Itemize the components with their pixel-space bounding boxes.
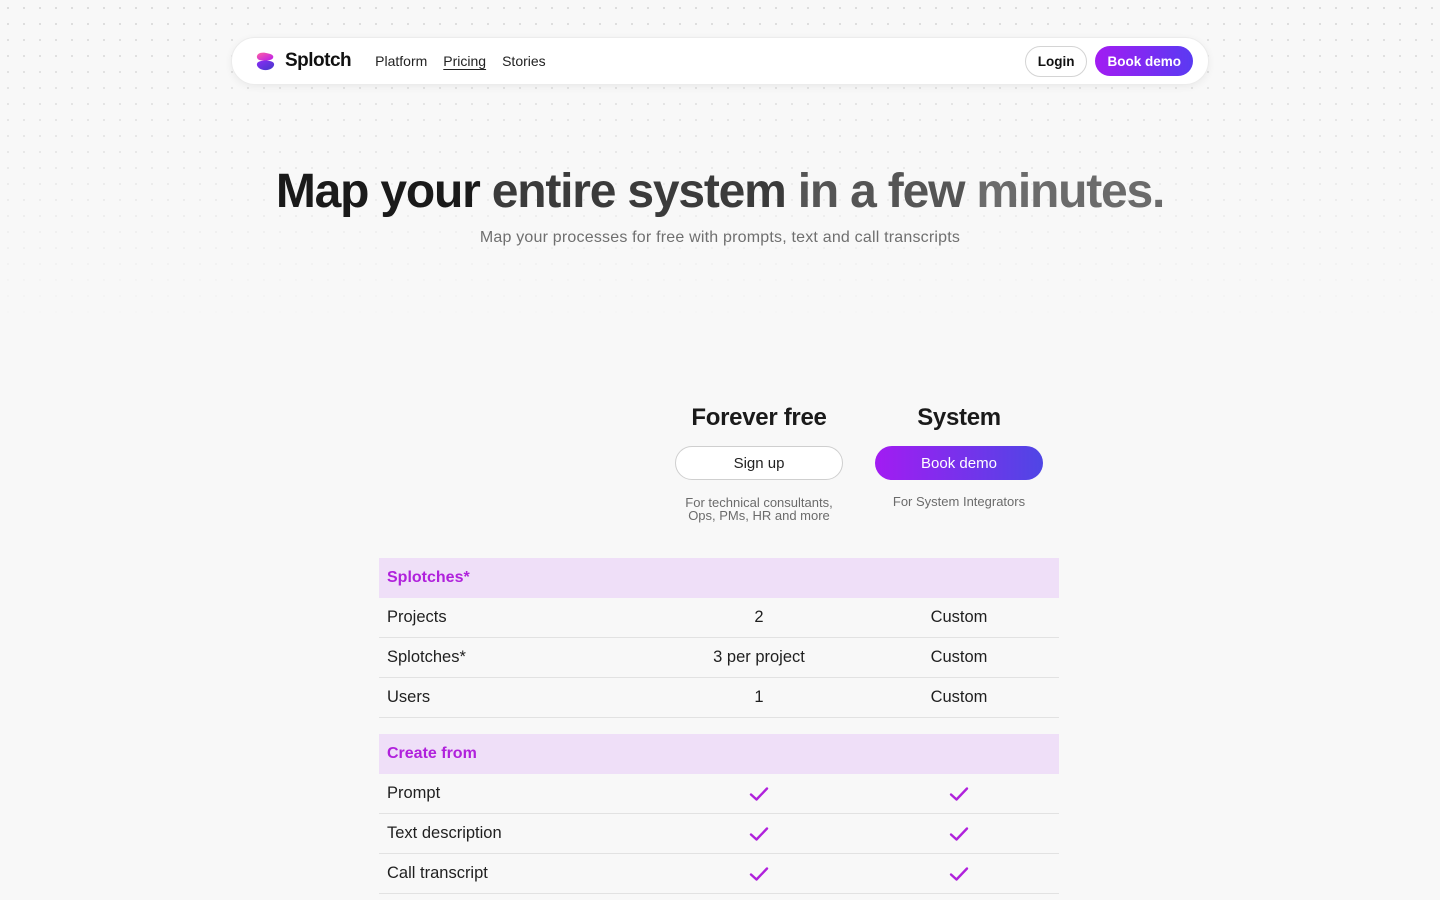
plan-description-line: Ops, PMs, HR and more	[688, 508, 830, 523]
feature-label: Call transcript	[387, 864, 488, 882]
book-demo-nav-button[interactable]: Book demo	[1095, 46, 1193, 76]
brand-name: Splotch	[285, 50, 352, 71]
table-section-header: Create from	[379, 734, 1059, 774]
table-section-header: Splotches*	[379, 558, 1059, 598]
checkmark-icon	[749, 866, 769, 881]
nav-link-pricing[interactable]: Pricing	[443, 53, 486, 69]
free-plan-value: 3 per project	[713, 648, 805, 666]
nav-links: Platform Pricing Stories	[375, 53, 546, 69]
plan-description-line: For System Integrators	[892, 494, 1026, 509]
free-plan-value	[659, 824, 859, 843]
checkmark-icon	[749, 826, 769, 841]
hero-title-part: entire system	[491, 165, 787, 218]
plan-description: For technical consultants, Ops, PMs, HR …	[675, 496, 843, 522]
table-row: Users 1 Custom	[379, 678, 1059, 718]
feature-label: Text description	[387, 824, 502, 842]
hero-subtitle: Map your processes for free with prompts…	[479, 229, 961, 246]
brand-logo[interactable]: Splotch	[254, 50, 352, 73]
system-plan-value: Custom	[930, 688, 988, 706]
table-row: Splotches* 3 per project Custom	[379, 638, 1059, 678]
table-row: Projects 2 Custom	[379, 598, 1059, 638]
page: Splotch Platform Pricing Stories Login B…	[0, 0, 1440, 900]
plan-description: For System Integrators	[875, 495, 1043, 508]
plan-system: System Book demo For System Integrators	[875, 402, 1043, 508]
checkmark-icon	[749, 786, 769, 801]
system-plan-value	[859, 824, 1059, 843]
plan-title: System	[917, 404, 1001, 431]
feature-label: Projects	[387, 608, 447, 626]
free-plan-value: 2	[754, 608, 764, 626]
table-row: Call transcript	[379, 854, 1059, 894]
nav-link-platform[interactable]: Platform	[375, 53, 427, 69]
plan-forever-free: Forever free Sign up For technical consu…	[675, 402, 843, 522]
table-row: Text description	[379, 814, 1059, 854]
hero-title-part: minutes.	[976, 165, 1165, 218]
hero-title: Map your entire system in a few minutes.	[0, 162, 1440, 222]
sign-up-button[interactable]: Sign up	[675, 446, 843, 480]
system-plan-value: Custom	[930, 608, 988, 626]
nav-link-stories[interactable]: Stories	[502, 53, 546, 69]
system-plan-value	[859, 784, 1059, 803]
checkmark-icon	[949, 866, 969, 881]
free-plan-value: 1	[754, 688, 764, 706]
hero-title-part: Map your	[275, 165, 481, 218]
splotch-logo-icon	[256, 52, 275, 70]
plan-title: Forever free	[691, 404, 827, 431]
feature-label: Splotches*	[387, 648, 466, 666]
login-button[interactable]: Login	[1024, 45, 1088, 77]
hero-title-part: in a few	[797, 165, 966, 218]
checkmark-icon	[949, 786, 969, 801]
free-plan-value	[659, 784, 859, 803]
pricing-comparison-table: Splotches* Projects 2 Custom Splotches* 3 per…	[379, 558, 1059, 894]
top-navbar: Splotch Platform Pricing Stories Login B…	[231, 37, 1209, 85]
nav-actions: Login Book demo	[1024, 45, 1193, 77]
checkmark-icon	[949, 826, 969, 841]
table-row: Prompt	[379, 774, 1059, 814]
system-plan-value: Custom	[930, 648, 988, 666]
feature-label: Users	[387, 688, 431, 706]
feature-label: Prompt	[387, 784, 441, 802]
book-demo-plan-button[interactable]: Book demo	[875, 446, 1043, 480]
system-plan-value	[859, 864, 1059, 883]
free-plan-value	[659, 864, 859, 883]
